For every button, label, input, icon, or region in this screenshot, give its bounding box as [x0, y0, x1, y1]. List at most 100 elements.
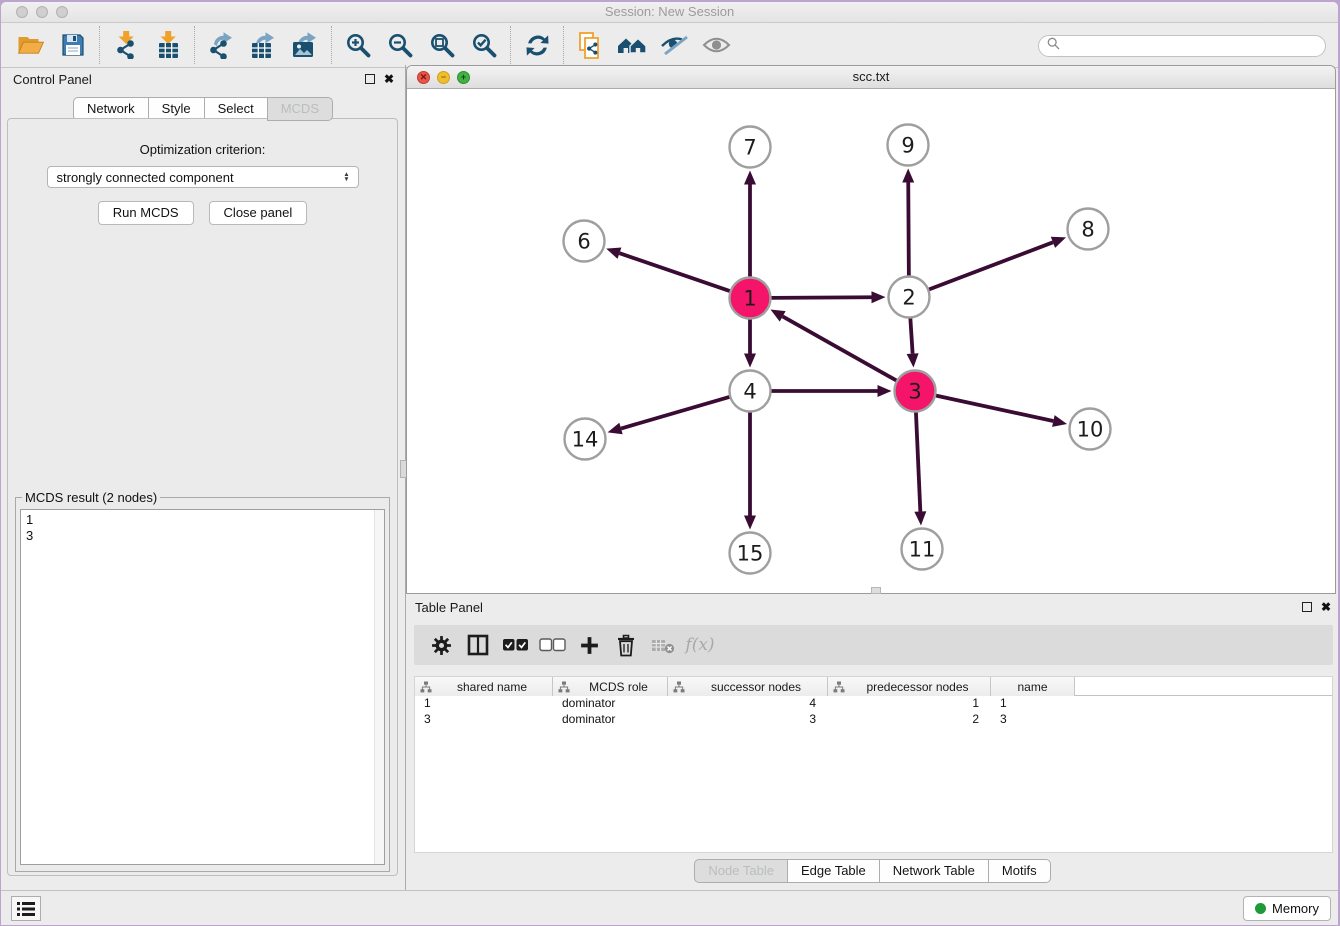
export-table-icon[interactable]: [242, 27, 284, 63]
graph-edge-1-6[interactable]: [606, 248, 730, 292]
table-row[interactable]: 3dominator323: [415, 712, 1332, 728]
mcds-result-box[interactable]: 13: [20, 509, 385, 865]
graph-edge-2-9[interactable]: [902, 168, 914, 276]
graph-node-label: 14: [572, 428, 599, 452]
run-mcds-button[interactable]: Run MCDS: [98, 201, 194, 225]
graph-edge-1-7[interactable]: [744, 171, 756, 278]
graph-node-9[interactable]: 9: [888, 125, 929, 166]
graph-node-8[interactable]: 8: [1068, 209, 1109, 250]
tab-mcds[interactable]: MCDS: [267, 97, 333, 121]
table-cell-name[interactable]: 1: [991, 696, 1075, 712]
graph-edge-4-3[interactable]: [771, 385, 892, 397]
copy-network-icon[interactable]: [569, 27, 611, 63]
tab-node-table[interactable]: Node Table: [694, 859, 788, 883]
graph-edge-2-8[interactable]: [928, 237, 1066, 290]
graph-edge-4-14[interactable]: [608, 397, 731, 435]
graph-node-10[interactable]: 10: [1070, 409, 1111, 450]
node-table: shared nameMCDS rolesuccessor nodesprede…: [414, 676, 1333, 853]
network-resize-handle[interactable]: [871, 587, 881, 594]
zoom-in-icon[interactable]: [337, 27, 379, 63]
graph-edge-2-3[interactable]: [907, 317, 919, 367]
table-cell-successor-nodes[interactable]: 4: [668, 696, 828, 712]
table-row[interactable]: 1dominator411: [415, 696, 1332, 712]
import-network-icon[interactable]: [105, 27, 147, 63]
network-canvas[interactable]: 7 9 6 8 1 2 4 3 14 10 15 11: [407, 89, 1335, 593]
export-network-icon[interactable]: [200, 27, 242, 63]
table-cell-predecessor-nodes[interactable]: 1: [828, 696, 991, 712]
refresh-icon[interactable]: [516, 27, 558, 63]
table-cell-shared-name[interactable]: 3: [415, 712, 553, 728]
tab-network-table[interactable]: Network Table: [879, 859, 989, 883]
graph-edge-3-1[interactable]: [770, 310, 897, 381]
table-cell-mcds-role[interactable]: dominator: [553, 712, 668, 728]
home-icon[interactable]: [611, 27, 653, 63]
close-table-panel-icon[interactable]: [1321, 601, 1331, 613]
close-panel-button[interactable]: Close panel: [209, 201, 308, 225]
add-column-icon[interactable]: [572, 629, 606, 661]
graph-node-3[interactable]: 3: [895, 371, 936, 412]
hide-panel-icon[interactable]: [653, 27, 695, 63]
column-header-successor-nodes[interactable]: successor nodes: [668, 677, 828, 696]
graph-node-6[interactable]: 6: [564, 221, 605, 262]
graph-edge-1-4[interactable]: [744, 319, 756, 368]
network-maximize-button[interactable]: [457, 71, 470, 84]
zoom-out-icon[interactable]: [379, 27, 421, 63]
table-cell-shared-name[interactable]: 1: [415, 696, 553, 712]
unselect-all-columns-icon[interactable]: [535, 629, 569, 661]
float-table-panel-icon[interactable]: [1302, 602, 1312, 612]
graph-node-4[interactable]: 4: [730, 371, 771, 412]
column-header-mcds-role[interactable]: MCDS role: [553, 677, 668, 696]
tab-edge-table[interactable]: Edge Table: [787, 859, 880, 883]
save-session-icon[interactable]: [52, 27, 94, 63]
minimize-window-button[interactable]: [36, 6, 48, 18]
network-window-title: scc.txt: [407, 66, 1335, 88]
graph-edge-1-2[interactable]: [770, 291, 885, 303]
table-cell-mcds-role[interactable]: dominator: [553, 696, 668, 712]
tab-motifs[interactable]: Motifs: [988, 859, 1051, 883]
column-header-name[interactable]: name: [991, 677, 1075, 696]
memory-button[interactable]: Memory: [1243, 896, 1331, 921]
graph-edge-3-10[interactable]: [935, 395, 1067, 427]
show-panel-icon[interactable]: [695, 27, 737, 63]
network-close-button[interactable]: [417, 71, 430, 84]
network-window-titlebar[interactable]: scc.txt: [407, 66, 1335, 89]
table-panel: Table Panel f(x) shared nameMCDS rolesuc…: [406, 596, 1339, 891]
import-table-icon[interactable]: [147, 27, 189, 63]
graph-node-15[interactable]: 15: [730, 533, 771, 574]
column-layout-icon[interactable]: [461, 629, 495, 661]
table-panel-tabs: Node TableEdge TableNetwork TableMotifs: [406, 859, 1339, 883]
search-input[interactable]: [1060, 39, 1325, 54]
close-window-button[interactable]: [16, 6, 28, 18]
table-cell-predecessor-nodes[interactable]: 2: [828, 712, 991, 728]
task-list-button[interactable]: [11, 896, 41, 921]
column-header-predecessor-nodes[interactable]: predecessor nodes: [828, 677, 991, 696]
select-all-columns-icon[interactable]: [498, 629, 532, 661]
column-header-shared-name[interactable]: shared name: [415, 677, 553, 696]
export-image-icon[interactable]: [284, 27, 326, 63]
network-minimize-button[interactable]: [437, 71, 450, 84]
close-panel-icon[interactable]: [384, 73, 394, 85]
graph-node-2[interactable]: 2: [889, 277, 930, 318]
column-type-icon: [673, 681, 685, 693]
table-cell-name[interactable]: 3: [991, 712, 1075, 728]
graph-node-1[interactable]: 1: [730, 278, 771, 319]
open-file-icon[interactable]: [10, 27, 52, 63]
zoom-selected-icon[interactable]: [463, 27, 505, 63]
graph-node-11[interactable]: 11: [902, 529, 943, 570]
graph-node-14[interactable]: 14: [565, 419, 606, 460]
float-panel-icon[interactable]: [365, 74, 375, 84]
column-type-icon: [420, 681, 432, 693]
graph-edge-4-15[interactable]: [744, 412, 756, 530]
zoom-fit-icon[interactable]: [421, 27, 463, 63]
result-scrollbar[interactable]: [374, 510, 384, 864]
table-cell-successor-nodes[interactable]: 3: [668, 712, 828, 728]
graph-node-7[interactable]: 7: [730, 127, 771, 168]
criterion-select[interactable]: strongly connected component: [47, 166, 359, 188]
graph-edge-3-11[interactable]: [914, 411, 926, 525]
title-bar[interactable]: Session: New Session: [1, 2, 1338, 23]
zoom-window-button[interactable]: [56, 6, 68, 18]
gear-icon[interactable]: [424, 629, 458, 661]
delete-column-icon[interactable]: [609, 629, 643, 661]
graph-node-label: 11: [909, 538, 936, 562]
graph-node-label: 6: [577, 230, 590, 254]
